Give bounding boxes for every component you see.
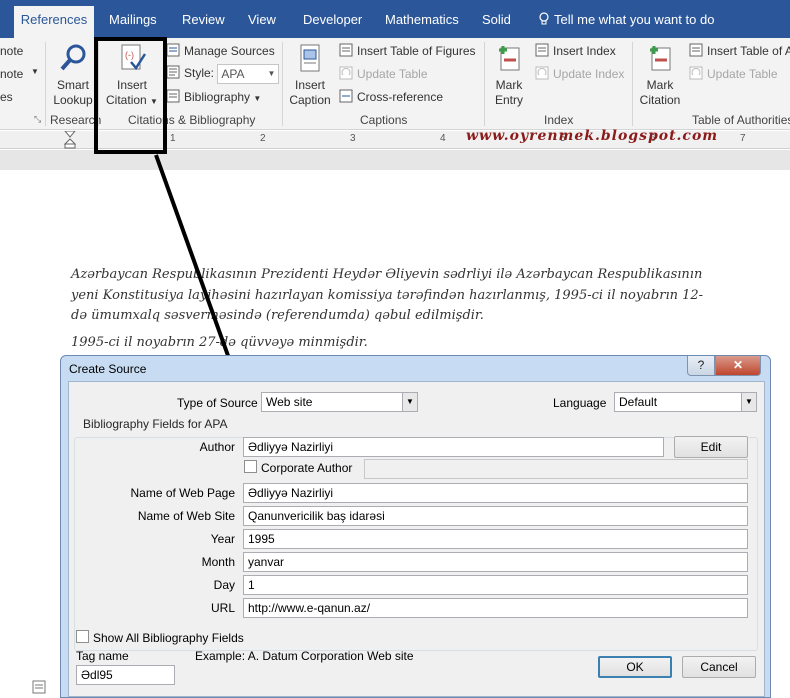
edit-author-button[interactable]: Edit [674, 436, 748, 458]
ok-button[interactable]: OK [598, 656, 672, 678]
url-label: URL [210, 601, 235, 615]
corporate-author-label: Corporate Author [261, 461, 353, 475]
web-page-input[interactable]: Ədliyyə Nazirliyi [243, 483, 748, 503]
dialog-title: Create Source [69, 362, 147, 376]
close-button[interactable]: ✕ [715, 356, 761, 376]
dialog-body: Type of Source Web site ▼ Language Defau… [68, 381, 765, 697]
type-of-source-select[interactable]: Web site ▼ [261, 392, 418, 412]
status-bar-icon[interactable] [32, 680, 46, 694]
year-label: Year [210, 532, 235, 546]
show-all-fields-checkbox[interactable] [76, 630, 89, 643]
language-label: Language [553, 396, 607, 410]
web-page-label: Name of Web Page [130, 486, 235, 500]
url-input[interactable]: http://www.e-qanun.az/ [243, 598, 748, 618]
day-label: Day [213, 578, 235, 592]
cancel-button[interactable]: Cancel [682, 656, 756, 678]
chevron-down-icon: ▼ [741, 393, 756, 411]
year-input[interactable]: 1995 [243, 529, 748, 549]
create-source-dialog: Create Source ? ✕ Type of Source Web sit… [60, 355, 771, 698]
type-of-source-value: Web site [266, 395, 313, 409]
web-site-label: Name of Web Site [137, 509, 235, 523]
chevron-down-icon: ▼ [402, 393, 417, 411]
corporate-author-input[interactable] [364, 459, 748, 479]
show-all-fields-label: Show All Bibliography Fields [93, 631, 244, 645]
example-text: Example: A. Datum Corporation Web site [195, 649, 414, 663]
author-label: Author [199, 440, 235, 454]
tag-name-label: Tag name [76, 649, 129, 663]
language-value: Default [619, 395, 658, 409]
type-of-source-label: Type of Source [177, 396, 258, 410]
language-select[interactable]: Default ▼ [614, 392, 757, 412]
corporate-author-checkbox[interactable] [244, 460, 257, 473]
tag-name-input[interactable]: Ədl95 [76, 665, 175, 685]
group-title: Bibliography Fields for APA [81, 417, 230, 431]
web-site-input[interactable]: Qanunvericilik baş idarəsi [243, 506, 748, 526]
day-input[interactable]: 1 [243, 575, 748, 595]
author-input[interactable]: Ədliyyə Nazirliyi [243, 437, 664, 457]
month-input[interactable]: yanvar [243, 552, 748, 572]
month-label: Month [201, 555, 235, 569]
help-button[interactable]: ? [687, 356, 715, 376]
